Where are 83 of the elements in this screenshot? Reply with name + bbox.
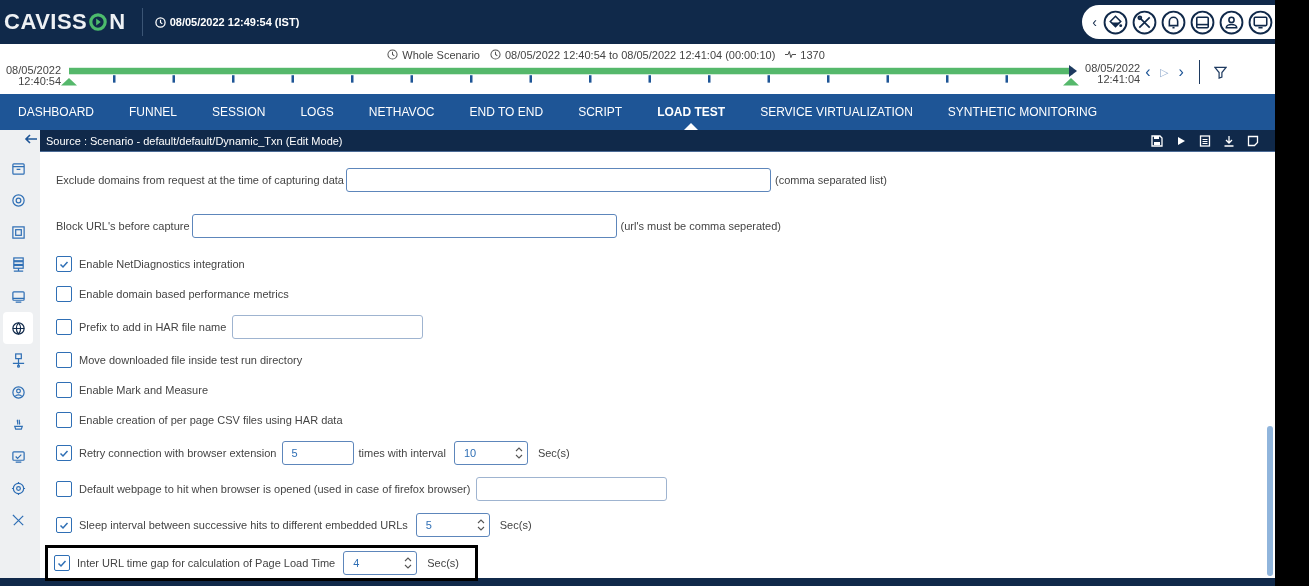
checkbox[interactable] bbox=[56, 481, 72, 497]
checkbox-label: Enable creation of per page CSV files using HAR data bbox=[79, 414, 343, 426]
checkbox[interactable] bbox=[56, 319, 72, 335]
nav-tab[interactable]: SESSION bbox=[194, 94, 283, 130]
display-icon[interactable] bbox=[1248, 9, 1273, 35]
spinner-arrows-icon[interactable] bbox=[404, 556, 413, 570]
nav-tab[interactable]: LOGS bbox=[282, 94, 351, 130]
nav-tab[interactable]: END TO END bbox=[451, 94, 561, 130]
checkbox-label: Prefix to add in HAR file name bbox=[79, 321, 227, 333]
checkbox-label: Enable NetDiagnostics integration bbox=[79, 258, 245, 270]
globe-icon[interactable] bbox=[3, 312, 33, 344]
checkbox-label: Retry connection with browser extension bbox=[79, 447, 277, 459]
nav-tab[interactable]: FUNNEL bbox=[111, 94, 195, 130]
input-field[interactable]: 5 bbox=[282, 441, 355, 465]
spinner-arrows-icon[interactable] bbox=[476, 518, 485, 532]
input-field[interactable] bbox=[476, 477, 668, 501]
download-icon[interactable] bbox=[1223, 134, 1235, 147]
hint-text: Sec(s) bbox=[499, 519, 532, 531]
user-icon[interactable] bbox=[1219, 9, 1244, 35]
time-range: 08/05/2022 12:40:54 to 08/05/2022 12:41:04 (00:00:10) bbox=[504, 48, 776, 61]
checkbox[interactable] bbox=[56, 382, 72, 398]
number-field[interactable]: 4 bbox=[343, 551, 418, 575]
tools-icon[interactable] bbox=[1132, 9, 1157, 35]
logo-icon bbox=[89, 13, 108, 31]
note-icon[interactable] bbox=[1247, 134, 1259, 147]
clock-icon bbox=[387, 49, 399, 60]
end-time: 12:41:04 bbox=[1097, 74, 1141, 85]
collapse-button[interactable]: ‹ bbox=[1090, 14, 1099, 30]
hint-text: Sec(s) bbox=[427, 557, 459, 569]
panel-title: Source : Scenario - default/default/Dynamic_Txn (Edit Mode) bbox=[46, 134, 343, 147]
bell-icon[interactable] bbox=[1161, 9, 1186, 35]
scrollbar[interactable] bbox=[1267, 426, 1273, 576]
checkbox[interactable] bbox=[56, 445, 72, 461]
start-date: 08/05/2022 bbox=[6, 65, 62, 76]
checkbox[interactable] bbox=[56, 256, 72, 272]
checkbox[interactable] bbox=[54, 555, 70, 571]
number-field[interactable]: 10 bbox=[453, 441, 528, 465]
input-field[interactable] bbox=[232, 315, 424, 339]
next-button[interactable]: › bbox=[1173, 63, 1189, 81]
number-field[interactable]: 5 bbox=[415, 513, 490, 537]
nav-tab[interactable]: DASHBOARD bbox=[0, 94, 111, 130]
input-field[interactable] bbox=[191, 214, 617, 238]
pulse-icon bbox=[785, 49, 797, 60]
checkbox-label: Inter URL time gap for calculation of Page Load Time bbox=[77, 557, 336, 569]
nav-tab[interactable]: SERVICE VIRTUALIZATION bbox=[742, 94, 930, 130]
current-datetime: 08/05/2022 12:49:54 (IST) bbox=[169, 16, 300, 28]
checkbox-label: Enable Mark and Measure bbox=[79, 384, 208, 396]
filter-icon[interactable] bbox=[1213, 65, 1227, 79]
checkbox-label: Move downloaded file inside test run directory bbox=[79, 354, 303, 366]
checkbox[interactable] bbox=[56, 352, 72, 368]
checkbox[interactable] bbox=[56, 412, 72, 428]
scope-label: Whole Scenario bbox=[402, 48, 480, 61]
clock-icon bbox=[489, 49, 501, 60]
checkbox[interactable] bbox=[56, 286, 72, 302]
input-field[interactable] bbox=[346, 168, 771, 192]
clock-icon bbox=[154, 16, 166, 28]
checkbox-label: Default webpage to hit when browser is opened (used in case of firefox browser) bbox=[79, 483, 471, 495]
save-icon[interactable] bbox=[1151, 134, 1163, 147]
checkbox[interactable] bbox=[56, 517, 72, 533]
hint-text: (url's must be comma seperated) bbox=[620, 220, 781, 232]
count-value: 1370 bbox=[800, 48, 825, 61]
previous-button[interactable]: ‹ bbox=[1140, 63, 1156, 81]
hint-text: Sec(s) bbox=[537, 447, 570, 459]
back-arrow-icon[interactable] bbox=[24, 134, 38, 144]
checkbox-label: Enable domain based performance metrics bbox=[79, 288, 289, 300]
logo-text: CAVISS bbox=[4, 9, 88, 35]
nav-tab[interactable]: NETHAVOC bbox=[350, 94, 452, 130]
start-time: 12:40:54 bbox=[18, 76, 62, 87]
logo-text: N bbox=[109, 9, 126, 35]
nav-tab[interactable]: SYNTHETIC MONITORING bbox=[929, 94, 1114, 130]
document-icon[interactable] bbox=[1199, 134, 1211, 147]
paint-bucket-icon[interactable] bbox=[1103, 9, 1128, 35]
monitor-icon[interactable] bbox=[1190, 9, 1215, 35]
hint-text: times with interval bbox=[358, 447, 446, 459]
play-icon[interactable] bbox=[1175, 134, 1187, 147]
checkbox-label: Sleep interval between successive hits to different embedded URLs bbox=[79, 519, 408, 531]
nav-tab[interactable]: LOAD TEST bbox=[639, 94, 743, 130]
spinner-arrows-icon[interactable] bbox=[514, 446, 523, 460]
field-label: Exclude domains from request at the time of capturing data bbox=[56, 174, 344, 186]
end-date: 08/05/2022 bbox=[1085, 63, 1141, 74]
hint-text: (comma separated list) bbox=[775, 174, 887, 186]
nav-tab[interactable]: SCRIPT bbox=[560, 94, 640, 130]
field-label: Block URL's before capture bbox=[56, 220, 190, 232]
